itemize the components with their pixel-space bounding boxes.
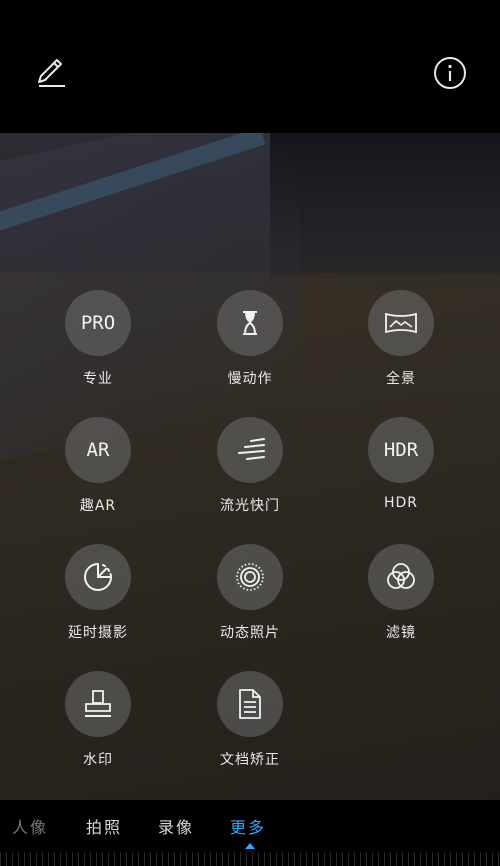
mode-moving-picture[interactable]: 动态照片 <box>190 544 310 642</box>
ar-mode-icon: AR <box>65 417 131 483</box>
mode-document[interactable]: 文档矫正 <box>190 671 310 769</box>
pencil-icon <box>38 59 65 87</box>
mode-ar[interactable]: AR 趣AR <box>38 417 158 515</box>
mode-label: 文档矫正 <box>220 752 280 768</box>
light-trails-icon <box>217 417 283 483</box>
mode-label: 水印 <box>83 752 113 768</box>
pro-mode-icon: PRO <box>65 290 131 356</box>
mode-label: HDR <box>383 495 419 511</box>
hdr-mode-icon: HDR <box>368 417 434 483</box>
mode-slow-motion[interactable]: 慢动作 <box>190 290 310 388</box>
tab-photo[interactable]: 拍照 <box>86 814 122 838</box>
mode-grid: PRO 专业 慢动作 全景 AR 趣AR 流光快门 HDR HDR 延时摄影 动… <box>0 133 500 800</box>
info-icon <box>434 57 466 89</box>
document-icon <box>217 671 283 737</box>
mode-time-lapse[interactable]: 延时摄影 <box>38 544 158 642</box>
mode-label: 慢动作 <box>227 371 273 387</box>
mode-watermark[interactable]: 水印 <box>38 671 158 769</box>
hourglass-icon <box>217 290 283 356</box>
mode-label: 延时摄影 <box>68 625 128 641</box>
mode-light-painting[interactable]: 流光快门 <box>190 417 310 515</box>
filter-icon <box>368 544 434 610</box>
bottom-bar: 人像 拍照 录像 更多 <box>0 800 500 866</box>
tab-indicator <box>245 843 255 849</box>
edit-button[interactable] <box>33 56 67 90</box>
info-button[interactable] <box>433 56 467 90</box>
mode-filter[interactable]: 滤镜 <box>341 544 461 642</box>
mode-label: 全景 <box>386 371 416 387</box>
top-bar <box>0 0 500 133</box>
tab-more[interactable]: 更多 <box>230 814 266 838</box>
moving-picture-icon <box>217 544 283 610</box>
tab-video[interactable]: 录像 <box>158 814 194 838</box>
mode-tabs: 人像 拍照 录像 更多 <box>0 814 500 844</box>
mode-label: 趣AR <box>79 498 117 514</box>
panorama-icon <box>368 290 434 356</box>
stamp-icon <box>65 671 131 737</box>
time-lapse-icon <box>65 544 131 610</box>
mode-pro[interactable]: PRO 专业 <box>38 290 158 388</box>
ar-icon-text: AR <box>86 439 110 461</box>
mode-hdr[interactable]: HDR HDR <box>341 417 461 511</box>
hdr-icon-text: HDR <box>383 439 419 461</box>
mode-panorama[interactable]: 全景 <box>341 290 461 388</box>
mode-label: 滤镜 <box>386 625 416 641</box>
mode-label: 专业 <box>83 371 113 387</box>
pro-icon-text: PRO <box>80 312 116 334</box>
mode-label: 动态照片 <box>220 625 280 641</box>
scroll-tick-strip <box>0 852 500 866</box>
mode-label: 流光快门 <box>220 498 280 514</box>
tab-portrait[interactable]: 人像 <box>12 814 48 838</box>
